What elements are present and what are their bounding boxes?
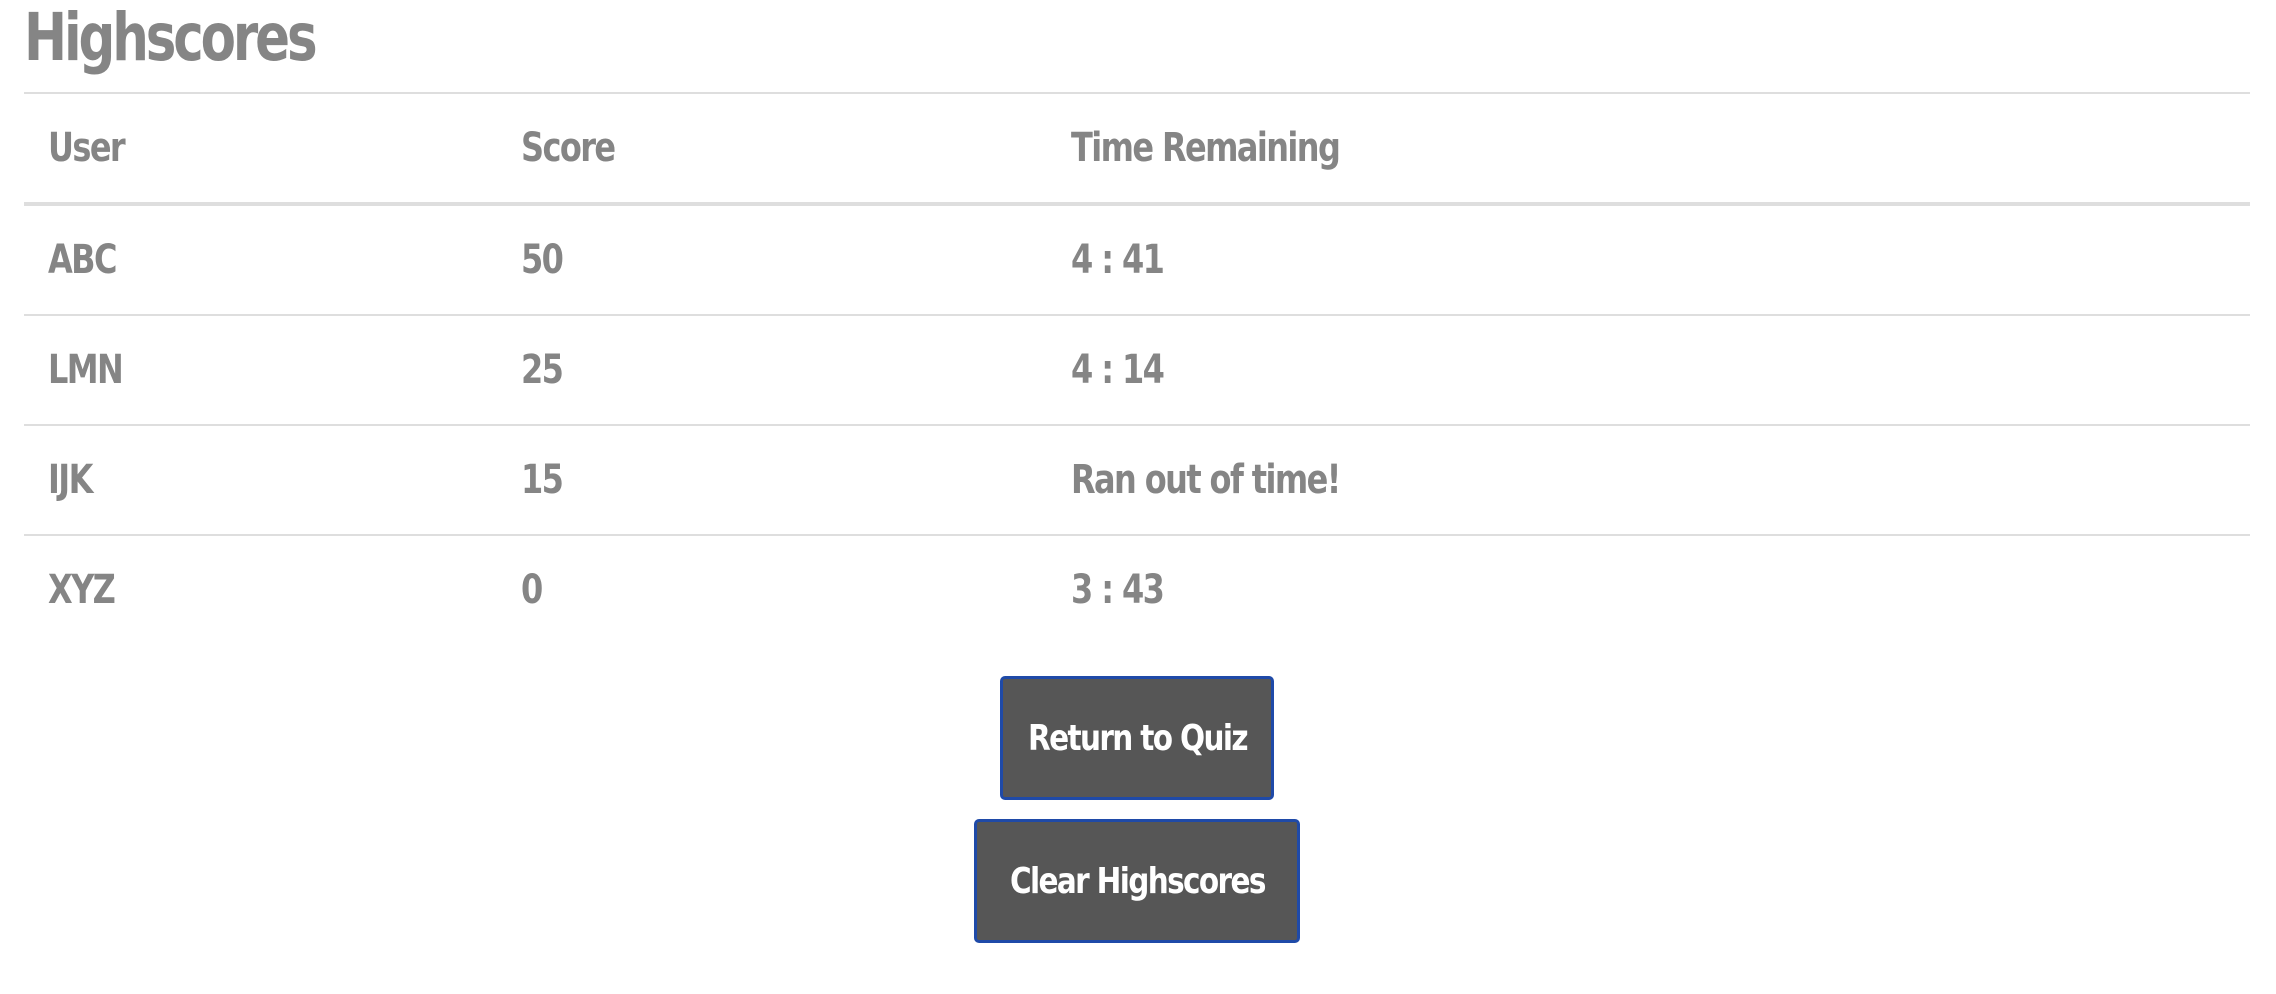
user-cell: XYZ	[48, 567, 116, 613]
clear-highscores-label: Clear Highscores	[1009, 860, 1266, 902]
column-header-time-remaining: Time Remaining	[1071, 125, 1341, 171]
table-row: ABC 50 4 : 41	[24, 204, 2250, 314]
score-cell: 50	[521, 237, 564, 283]
column-header-user: User	[48, 125, 126, 171]
time-remaining-cell: 3 : 43	[1071, 567, 1165, 613]
table-header-row: User Score Time Remaining	[24, 92, 2250, 204]
return-to-quiz-button[interactable]: Return to Quiz	[1000, 676, 1274, 800]
time-remaining-cell: Ran out of time!	[1071, 457, 1341, 503]
score-cell: 15	[521, 457, 564, 503]
page-title: Highscores	[24, 0, 318, 76]
time-remaining-cell: 4 : 41	[1071, 237, 1165, 283]
return-to-quiz-label: Return to Quiz	[1027, 717, 1248, 759]
table-row: LMN 25 4 : 14	[24, 314, 2250, 424]
table-row: IJK 15 Ran out of time!	[24, 424, 2250, 534]
user-cell: IJK	[48, 457, 93, 503]
user-cell: LMN	[48, 347, 124, 393]
time-remaining-cell: 4 : 14	[1071, 347, 1165, 393]
score-cell: 25	[521, 347, 564, 393]
highscores-table: User Score Time Remaining ABC 50 4 : 41 …	[24, 92, 2250, 644]
user-cell: ABC	[48, 237, 117, 283]
score-cell: 0	[521, 567, 543, 613]
clear-highscores-button[interactable]: Clear Highscores	[974, 819, 1300, 943]
table-row: XYZ 0 3 : 43	[24, 534, 2250, 644]
column-header-score: Score	[521, 125, 616, 171]
